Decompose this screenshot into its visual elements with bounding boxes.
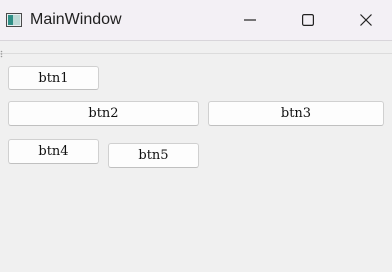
close-icon	[360, 11, 372, 30]
maximize-icon	[302, 11, 315, 30]
window-app-icon	[6, 12, 22, 27]
btn2-button[interactable]: btn2	[8, 101, 199, 126]
btn4-button[interactable]: btn4	[8, 139, 99, 164]
toolbar-grip-icon[interactable]	[0, 43, 3, 58]
btn5-button[interactable]: btn5	[108, 143, 199, 168]
btn1-button[interactable]: btn1	[8, 66, 99, 90]
maximize-button[interactable]	[280, 0, 336, 40]
close-button[interactable]	[338, 0, 392, 40]
minimize-icon	[244, 11, 256, 30]
main-window: MainWindow btn1 btn2 btn3 btn4 btn5	[0, 0, 392, 272]
minimize-button[interactable]	[222, 0, 278, 40]
toolbar-area	[0, 41, 392, 58]
window-title: MainWindow	[30, 11, 122, 28]
title-bar[interactable]: MainWindow	[0, 0, 392, 41]
btn3-button[interactable]: btn3	[208, 101, 384, 126]
